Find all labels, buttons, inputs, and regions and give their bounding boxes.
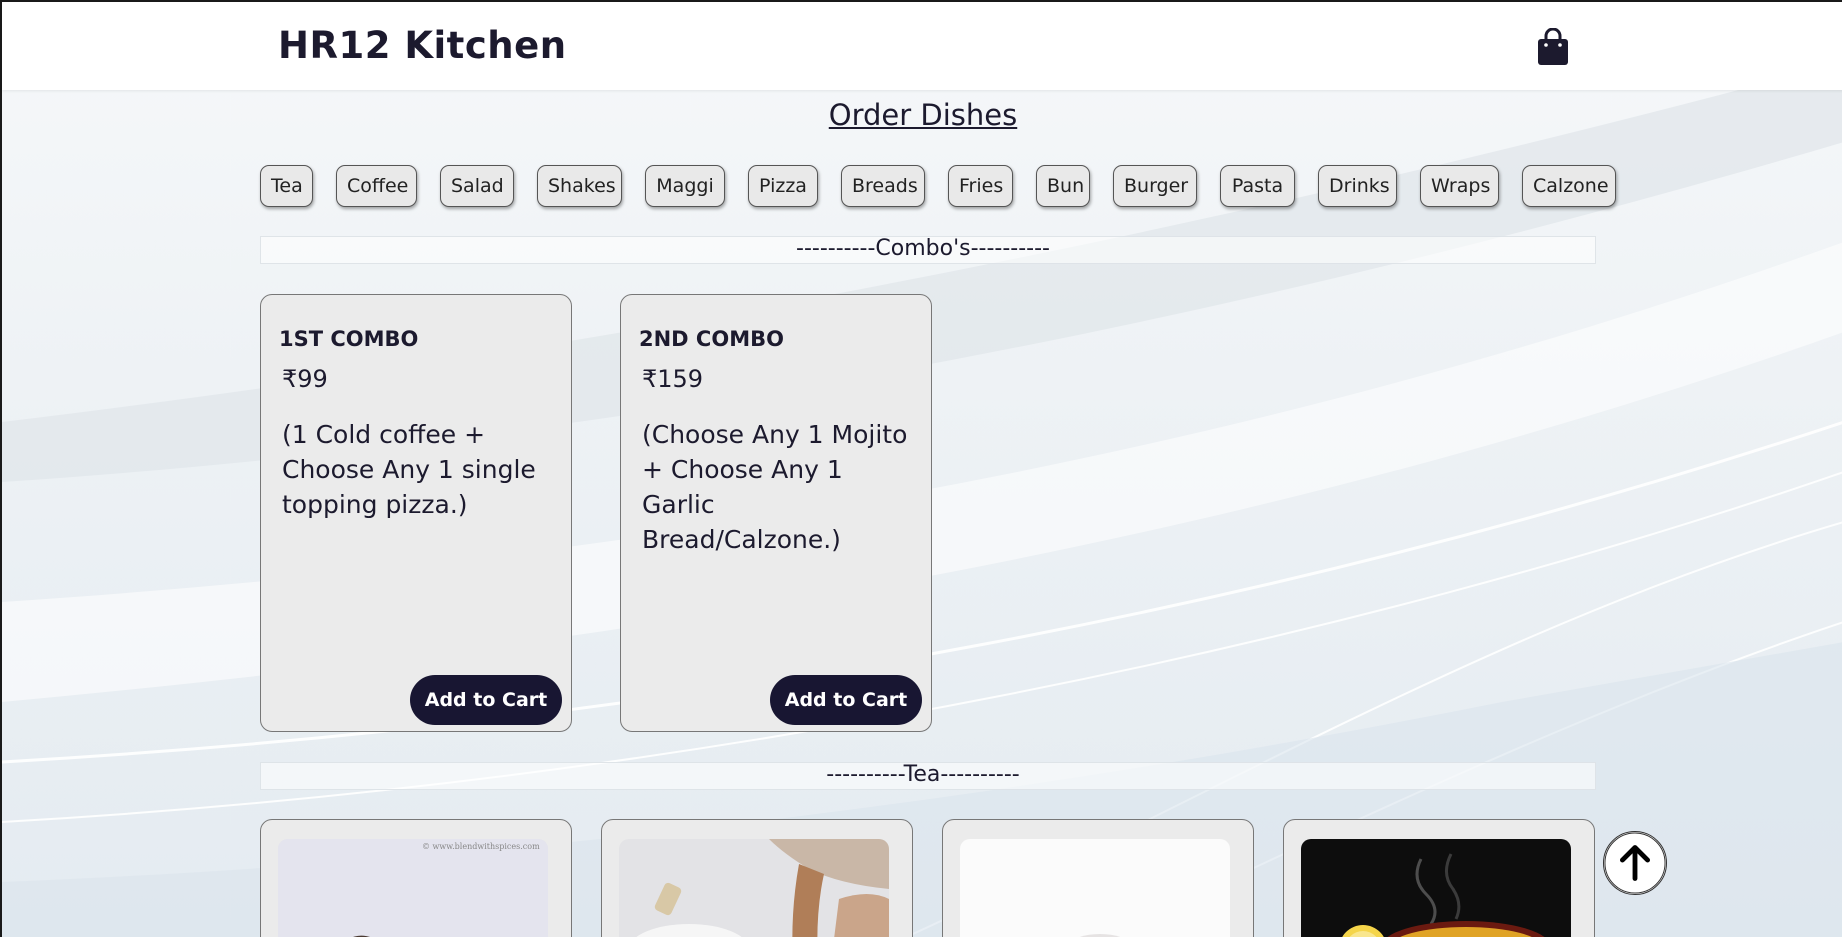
masala-tea-photo: © www.blendwithspices.com [278,839,548,937]
category-shakes[interactable]: Shakes [537,165,622,207]
tea-cup-photo [960,839,1230,937]
category-pasta[interactable]: Pasta [1220,165,1295,207]
combo-name: 1ST COMBO [279,327,419,351]
add-to-cart-button[interactable]: Add to Cart [770,675,922,725]
main-content: Order Dishes Tea Coffee Salad Shakes Mag… [2,2,1842,937]
combo-name: 2ND COMBO [639,327,784,351]
top-nav: HR12 Kitchen [2,2,1842,90]
category-tea[interactable]: Tea [260,165,313,207]
add-to-cart-button[interactable]: Add to Cart [410,675,562,725]
category-maggi[interactable]: Maggi [645,165,725,207]
tea-section-title: ----------Tea---------- [826,762,1020,787]
photo-watermark: © www.blendwithspices.com [422,842,540,851]
category-breads[interactable]: Breads [841,165,925,207]
tea-item-card [942,819,1254,937]
page-title: Order Dishes [828,98,1018,132]
category-pizza[interactable]: Pizza [748,165,818,207]
combo-card: 2ND COMBO ₹159 (Choose Any 1 Mojito + Ch… [620,294,932,732]
combos-section-title: ----------Combo's---------- [796,236,1050,261]
category-fries[interactable]: Fries [948,165,1013,207]
brand-logo[interactable]: HR12 Kitchen [278,24,567,67]
tea-item-card: © www.blendwithspices.com [260,819,572,937]
combo-description: (Choose Any 1 Mojito + Choose Any 1 Garl… [642,420,908,554]
category-calzone[interactable]: Calzone [1522,165,1616,207]
category-coffee[interactable]: Coffee [336,165,417,207]
tea-pour-photo [619,839,889,937]
shopping-bag-icon[interactable] [1536,28,1570,66]
category-wraps[interactable]: Wraps [1420,165,1499,207]
category-burger[interactable]: Burger [1113,165,1197,207]
category-drinks[interactable]: Drinks [1318,165,1397,207]
combo-price: ₹99 [282,365,328,393]
arrow-up-icon[interactable] [1603,831,1667,895]
category-bun[interactable]: Bun [1036,165,1090,207]
category-salad[interactable]: Salad [440,165,514,207]
tea-item-card [1283,819,1595,937]
combo-card: 1ST COMBO ₹99 (1 Cold coffee + Choose An… [260,294,572,732]
combo-price: ₹159 [642,365,704,393]
combo-description: (1 Cold coffee + Choose Any 1 single top… [282,420,536,519]
lemon-tea-photo [1301,839,1571,937]
tea-item-card [601,819,913,937]
